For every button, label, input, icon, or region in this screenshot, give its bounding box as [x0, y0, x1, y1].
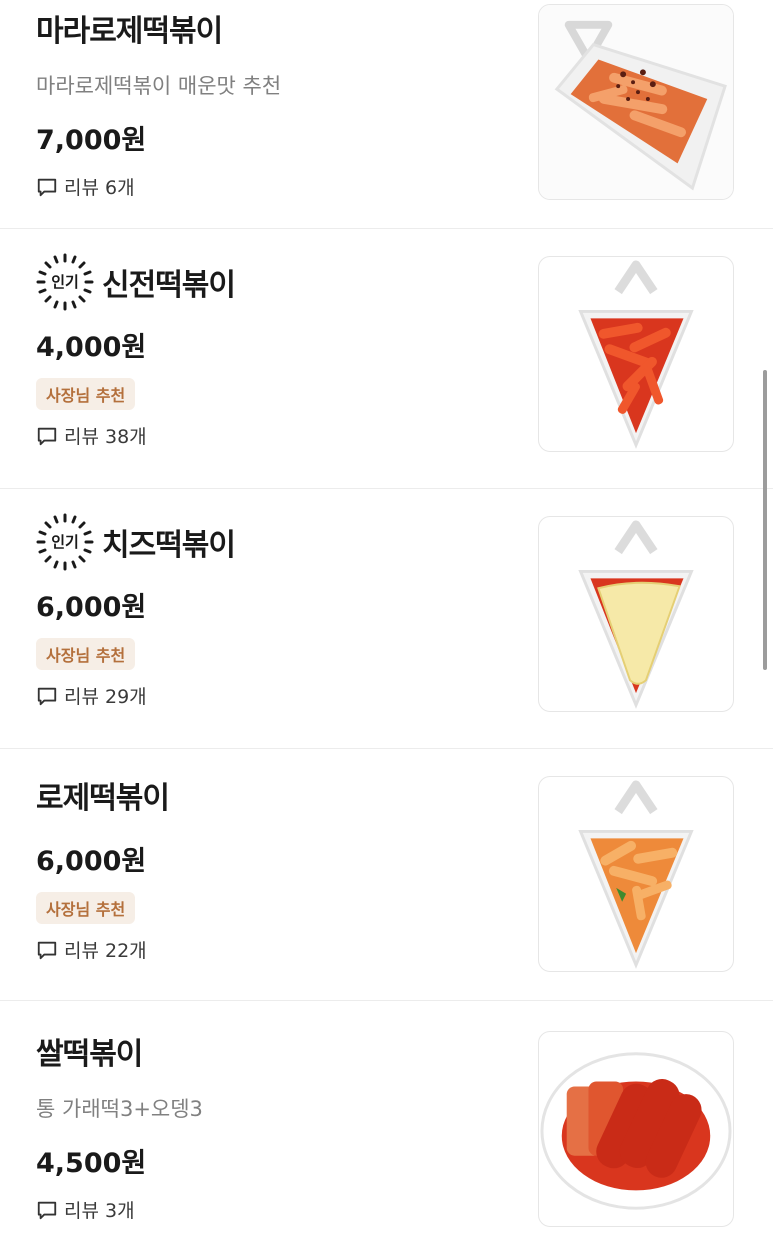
- menu-item[interactable]: 인기 치즈떡볶이 6,000원 사장님 추천 리뷰 29개: [0, 489, 773, 749]
- title-row: 마라로제떡볶이: [36, 6, 506, 50]
- menu-item-description: 통 가래떡3+오뎅3: [36, 1097, 203, 1121]
- menu-item-info: 마라로제떡볶이 마라로제떡볶이 매운맛 추천 7,000원 리뷰 6개: [36, 6, 506, 200]
- speech-bubble-icon: [37, 427, 57, 445]
- review-label: 리뷰 6개: [64, 177, 135, 199]
- title-row: 인기 치즈떡볶이: [36, 513, 506, 571]
- review-label: 리뷰 3개: [64, 1200, 135, 1222]
- owner-recommend-badge: 사장님 추천: [36, 378, 136, 410]
- menu-item[interactable]: 쌀떡볶이 통 가래떡3+오뎅3 4,500원 리뷰 3개: [0, 1001, 773, 1256]
- menu-item-price: 6,000원: [36, 846, 147, 877]
- menu-item-title: 신전떡볶이: [102, 268, 236, 303]
- popular-badge-icon: 인기: [36, 513, 94, 571]
- menu-list: 마라로제떡볶이 마라로제떡볶이 매운맛 추천 7,000원 리뷰 6개 인기 신…: [0, 0, 773, 1256]
- menu-item-info: 인기 치즈떡볶이 6,000원 사장님 추천 리뷰 29개: [36, 513, 506, 709]
- menu-item-price: 6,000원: [36, 592, 147, 623]
- owner-recommend-badge: 사장님 추천: [36, 892, 136, 924]
- menu-item-price: 4,000원: [36, 332, 147, 363]
- title-row: 로제떡볶이: [36, 773, 506, 817]
- popular-badge-icon: 인기: [36, 253, 94, 311]
- popular-label: 인기: [51, 273, 79, 291]
- menu-item-title: 로제떡볶이: [36, 781, 170, 816]
- title-row: 인기 신전떡볶이: [36, 253, 506, 311]
- speech-bubble-icon: [37, 1201, 57, 1219]
- menu-item-price: 4,500원: [36, 1148, 147, 1179]
- speech-bubble-icon: [37, 941, 57, 959]
- menu-item-info: 로제떡볶이 6,000원 사장님 추천 리뷰 22개: [36, 773, 506, 963]
- review-label: 리뷰 22개: [64, 940, 147, 962]
- menu-item-title: 치즈떡볶이: [102, 528, 236, 563]
- review-count[interactable]: 리뷰 29개: [36, 682, 506, 709]
- title-row: 쌀떡볶이: [36, 1029, 506, 1073]
- review-count[interactable]: 리뷰 22개: [36, 936, 506, 963]
- menu-item[interactable]: 마라로제떡볶이 마라로제떡볶이 매운맛 추천 7,000원 리뷰 6개: [0, 0, 773, 229]
- speech-bubble-icon: [37, 178, 57, 196]
- review-count[interactable]: 리뷰 38개: [36, 422, 506, 449]
- menu-item[interactable]: 인기 신전떡볶이 4,000원 사장님 추천 리뷰 38개: [0, 229, 773, 489]
- speech-bubble-icon: [37, 687, 57, 705]
- rose-tteokbokki-photo[interactable]: [538, 776, 734, 972]
- sinjeon-tteokbokki-photo[interactable]: [538, 256, 734, 452]
- menu-item[interactable]: 로제떡볶이 6,000원 사장님 추천 리뷰 22개: [0, 749, 773, 1001]
- cheese-tteokbokki-photo[interactable]: [538, 516, 734, 712]
- menu-item-description: 마라로제떡볶이 매운맛 추천: [36, 74, 282, 98]
- menu-item-info: 인기 신전떡볶이 4,000원 사장님 추천 리뷰 38개: [36, 253, 506, 449]
- review-count[interactable]: 리뷰 6개: [36, 173, 506, 200]
- menu-item-title: 쌀떡볶이: [36, 1037, 143, 1072]
- rice-tteokbokki-photo[interactable]: [538, 1031, 734, 1227]
- owner-recommend-badge: 사장님 추천: [36, 638, 136, 670]
- menu-item-price: 7,000원: [36, 125, 147, 156]
- menu-item-title: 마라로제떡볶이: [36, 14, 223, 49]
- review-label: 리뷰 29개: [64, 686, 147, 708]
- mara-rose-tteokbokki-photo[interactable]: [538, 4, 734, 200]
- popular-label: 인기: [51, 533, 79, 551]
- review-label: 리뷰 38개: [64, 426, 147, 448]
- menu-item-info: 쌀떡볶이 통 가래떡3+오뎅3 4,500원 리뷰 3개: [36, 1029, 506, 1223]
- review-count[interactable]: 리뷰 3개: [36, 1196, 506, 1223]
- scrollbar[interactable]: [763, 370, 767, 670]
